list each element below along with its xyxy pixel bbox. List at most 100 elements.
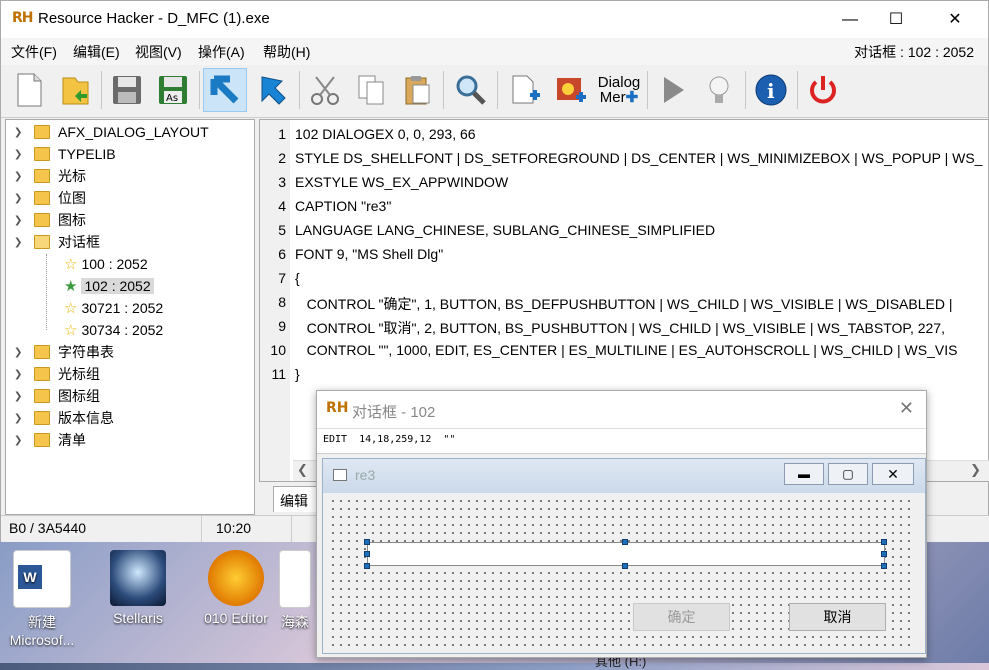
status-offset: B0 / 3A5440 [9, 520, 87, 536]
about-button[interactable]: i [749, 68, 793, 112]
scissors-icon [311, 76, 339, 105]
dialog-merge-label: Dialog [597, 74, 641, 91]
tree-item[interactable]: ❯ 清单 [14, 429, 86, 451]
resize-handle[interactable] [881, 539, 887, 545]
menu-action[interactable]: 操作(A) [198, 42, 245, 62]
desktop-icon-stellaris[interactable]: Stellaris [98, 550, 178, 626]
chevron-right-icon[interactable]: ❯ [14, 413, 28, 424]
chevron-right-icon[interactable]: ❯ [14, 391, 28, 402]
code-line[interactable]: STYLE DS_SHELLFONT | DS_SETFOREGROUND | … [295, 150, 982, 166]
scroll-left-icon[interactable]: ❮ [297, 462, 308, 478]
chevron-down-icon[interactable]: ❯ [14, 237, 28, 248]
resize-handle[interactable] [364, 563, 370, 569]
010-editor-icon [208, 550, 264, 606]
chevron-right-icon[interactable]: ❯ [14, 149, 28, 160]
run-script-button[interactable] [251, 68, 295, 112]
code-line[interactable]: CAPTION "re3" [295, 198, 391, 214]
line-number: 3 [278, 174, 286, 190]
add-image-resource-button[interactable] [549, 68, 593, 112]
tree-item[interactable]: ☆ 30721 : 2052 [64, 297, 163, 319]
resize-handle[interactable] [881, 563, 887, 569]
tree-item[interactable]: ❯ 位图 [14, 187, 86, 209]
scroll-right-icon[interactable]: ❯ [970, 462, 981, 478]
cut-button[interactable] [303, 68, 347, 112]
code-line[interactable]: } [295, 366, 300, 382]
desktop-icon-label: Stellaris [113, 610, 163, 626]
code-line[interactable]: CONTROL "确定", 1, BUTTON, BS_DEFPUSHBUTTO… [295, 294, 953, 314]
new-file-button[interactable] [7, 68, 51, 112]
tree-item[interactable]: ❯ 对话框 [14, 231, 100, 253]
minimize-button[interactable]: — [827, 1, 873, 38]
tree-item[interactable]: ❯ TYPELIB [14, 143, 116, 165]
app-logo-icon: RH [12, 10, 33, 26]
tree-item[interactable]: ❯ 光标组 [14, 363, 100, 385]
resize-handle[interactable] [364, 539, 370, 545]
maximize-button[interactable]: ☐ [873, 1, 919, 38]
dialog-design-surface: re3 ▬ ▢ ✕ 确定 取消 [322, 458, 926, 654]
tree-item[interactable]: ❯ 字符串表 [14, 341, 114, 363]
desktop-icon-word[interactable]: W 新建 Microsof... [2, 550, 82, 648]
dialog-merge-button[interactable]: Dialog Mer✚ [595, 68, 643, 112]
code-line[interactable]: LANGUAGE LANG_CHINESE, SUBLANG_CHINESE_S… [295, 222, 715, 238]
tree-item[interactable]: ❯ 图标 [14, 209, 86, 231]
play-button[interactable] [651, 68, 695, 112]
code-line[interactable]: EXSTYLE WS_EX_APPWINDOW [295, 174, 508, 190]
code-line[interactable]: CONTROL "", 1000, EDIT, ES_CENTER | ES_M… [295, 342, 958, 358]
desktop-icon-010-editor[interactable]: 010 Editor [196, 550, 276, 626]
dialog-preview-window: RH 对话框 - 102 ✕ EDIT 14,18,259,12 "" re3 … [316, 390, 927, 658]
resize-handle[interactable] [881, 551, 887, 557]
menu-help[interactable]: 帮助(H) [263, 42, 310, 62]
chevron-right-icon[interactable]: ❯ [14, 435, 28, 446]
code-line[interactable]: 102 DIALOGEX 0, 0, 293, 66 [295, 126, 476, 142]
chevron-right-icon[interactable]: ❯ [14, 171, 28, 182]
open-folder-icon [34, 235, 50, 249]
exit-button[interactable] [801, 68, 845, 112]
add-blank-resource-button[interactable] [503, 68, 547, 112]
code-line[interactable]: { [295, 270, 300, 286]
tree-item[interactable]: ☆ 100 : 2052 [64, 253, 148, 275]
tree-item[interactable]: ❯ 光标 [14, 165, 86, 187]
hint-button[interactable] [697, 68, 741, 112]
code-line[interactable]: CONTROL "取消", 2, BUTTON, BS_PUSHBUTTON |… [295, 318, 945, 338]
tree-item[interactable]: ❯ 图标组 [14, 385, 100, 407]
close-icon[interactable]: ✕ [872, 463, 914, 485]
chevron-right-icon[interactable]: ❯ [14, 193, 28, 204]
chevron-right-icon[interactable]: ❯ [14, 369, 28, 380]
resize-handle[interactable] [364, 551, 370, 557]
desktop-icon-hai[interactable]: 海森 [270, 550, 320, 632]
find-button[interactable] [449, 68, 493, 112]
minimize-icon[interactable]: ▬ [784, 463, 824, 485]
tree-item[interactable]: ❯ AFX_DIALOG_LAYOUT [14, 121, 209, 143]
open-button[interactable] [53, 68, 97, 112]
tree-item[interactable]: ☆ 30734 : 2052 [64, 319, 163, 341]
folder-icon [34, 147, 50, 161]
dialog-caption-bar[interactable]: re3 ▬ ▢ ✕ [323, 459, 925, 493]
svg-text:i: i [767, 79, 775, 103]
maximize-icon[interactable]: ▢ [828, 463, 868, 485]
cancel-button[interactable]: 取消 [789, 603, 886, 631]
menu-edit[interactable]: 编辑(E) [73, 42, 120, 62]
desktop-icon-label: 新建 Microsof... [9, 614, 75, 648]
resize-handle[interactable] [622, 563, 628, 569]
folder-icon [34, 213, 50, 227]
resize-handle[interactable] [622, 539, 628, 545]
chevron-right-icon[interactable]: ❯ [14, 127, 28, 138]
close-icon[interactable]: ✕ [899, 398, 914, 419]
tree-item[interactable]: ❯ 版本信息 [14, 407, 114, 429]
compile-button[interactable] [203, 68, 247, 112]
folder-icon [34, 389, 50, 403]
chevron-right-icon[interactable]: ❯ [14, 215, 28, 226]
tree-item-selected[interactable]: ★ 102 : 2052 [64, 275, 154, 297]
menu-view[interactable]: 视图(V) [135, 42, 182, 62]
paste-button[interactable] [395, 68, 439, 112]
dialog-preview-titlebar[interactable]: RH 对话框 - 102 ✕ [317, 391, 926, 428]
chevron-right-icon[interactable]: ❯ [14, 347, 28, 358]
code-line[interactable]: FONT 9, "MS Shell Dlg" [295, 246, 443, 262]
copy-button[interactable] [349, 68, 393, 112]
ok-button[interactable]: 确定 [633, 603, 730, 631]
save-as-button[interactable]: As [151, 68, 195, 112]
line-number: 4 [278, 198, 286, 214]
close-button[interactable]: ✕ [932, 1, 978, 38]
save-button[interactable] [105, 68, 149, 112]
menu-file[interactable]: 文件(F) [11, 42, 57, 62]
